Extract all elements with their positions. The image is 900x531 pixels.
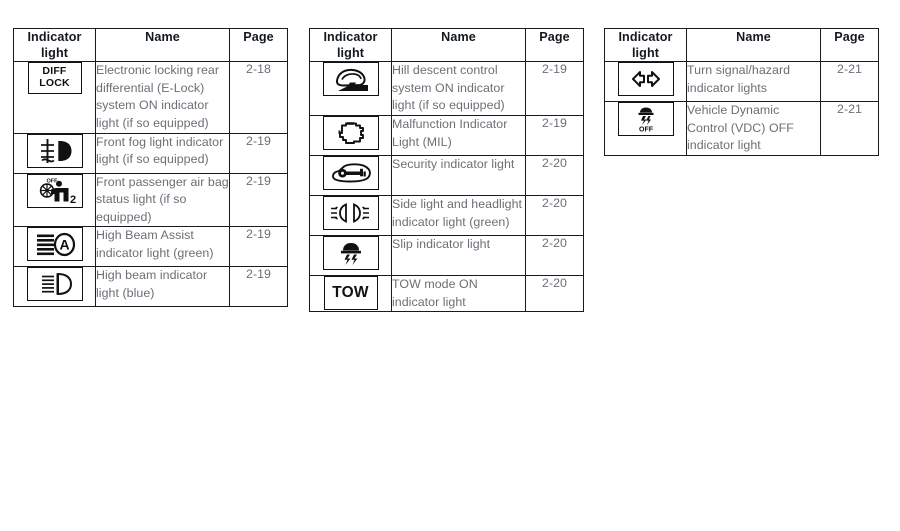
indicator-icon-cell [13, 266, 96, 308]
table-row: TOW TOW mode ON indicator light 2-20 [309, 275, 584, 313]
indicator-page-ref: 2-19 [525, 61, 584, 117]
indicator-icon-cell [309, 61, 392, 117]
tow-mode-indicator-icon: TOW [323, 276, 378, 311]
indicator-name: Turn signal/hazard indicator lights [686, 61, 821, 103]
table-row: Security indicator light 2-20 [309, 155, 584, 197]
indicator-icon-cell [13, 132, 96, 174]
column-header-page: Page [820, 27, 879, 63]
indicator-name: Hill descent control system ON indicator… [391, 61, 526, 117]
vdc-off-label: OFF [639, 127, 654, 134]
indicator-icon-cell [604, 61, 687, 103]
indicator-table: Indicator light Name Page [604, 27, 879, 157]
indicator-name: TOW mode ON indicator light [391, 275, 526, 313]
indicator-name: Slip indicator light [391, 235, 526, 277]
indicator-icon-cell: A [13, 226, 96, 268]
indicator-table: Indicator light Name Page [309, 27, 584, 313]
indicator-icon-cell: TOW [309, 275, 392, 313]
indicator-table: Indicator light Name Page DIFF LOCK Elect… [13, 27, 288, 308]
column-header-indicator-light: Indicator light [13, 27, 96, 63]
table-header-row: Indicator light Name Page [309, 27, 584, 63]
indicator-name: High Beam Assist indicator light (green) [95, 226, 230, 268]
table-row: Turn signal/hazard indicator lights 2-21 [604, 61, 879, 103]
indicator-page-ref: 2-20 [525, 155, 584, 197]
indicator-page-ref: 2-20 [525, 195, 584, 237]
front-passenger-air-bag-status-icon: OFF 2 [26, 173, 83, 208]
table-row: Slip indicator light 2-20 [309, 235, 584, 277]
indicator-icon-cell [309, 235, 392, 277]
column-header-page: Page [525, 27, 584, 63]
indicator-name: Malfunction Indicator Light (MIL) [391, 115, 526, 157]
table-row: High beam indicator light (blue) 2-19 [13, 266, 288, 308]
svg-text:A: A [59, 237, 69, 253]
indicator-page-ref: 2-19 [229, 226, 288, 268]
vdc-off-indicator-icon: OFF [617, 102, 674, 137]
table-header-row: Indicator light Name Page [13, 27, 288, 63]
indicator-name: High beam indicator light (blue) [95, 266, 230, 308]
indicator-page-ref: 2-21 [820, 61, 879, 103]
indicator-icon-cell: OFF [604, 101, 687, 157]
indicator-icon-cell: OFF 2 [13, 172, 96, 228]
indicator-icon-cell [309, 155, 392, 197]
table-row: Malfunction Indicator Light (MIL) 2-19 [309, 115, 584, 157]
indicator-page-ref: 2-19 [229, 172, 288, 228]
indicator-page-ref: 2-19 [229, 132, 288, 174]
column-header-name: Name [95, 27, 230, 63]
diff-lock-line-2: LOCK [39, 76, 70, 89]
indicator-name: Security indicator light [391, 155, 526, 197]
indicator-light-tables-page: Indicator light Name Page DIFF LOCK Elect… [0, 0, 900, 531]
high-beam-indicator-icon [26, 267, 83, 302]
indicator-name: Electronic locking rear differential (E-… [95, 61, 230, 134]
column-header-indicator-light: Indicator light [309, 27, 392, 63]
turn-signal-hazard-indicator-icon [617, 62, 674, 97]
security-indicator-icon [322, 156, 379, 191]
indicator-page-ref: 2-20 [525, 235, 584, 277]
front-fog-light-indicator-icon [26, 133, 83, 168]
high-beam-assist-indicator-icon: A [26, 227, 83, 262]
indicator-page-ref: 2-19 [525, 115, 584, 157]
indicator-table-2: Indicator light Name Page Hill descent c… [309, 27, 584, 313]
indicator-icon-cell [309, 115, 392, 157]
column-header-name: Name [686, 27, 821, 63]
svg-text:2: 2 [69, 194, 75, 206]
column-header-indicator-light: Indicator light [604, 27, 687, 63]
table-row: Front fog light indicator light (if so e… [13, 132, 288, 174]
hill-descent-control-icon [322, 62, 379, 97]
slip-indicator-icon [322, 236, 379, 271]
indicator-page-ref: 2-19 [229, 266, 288, 308]
diff-lock-indicator-icon: DIFF LOCK [27, 62, 82, 95]
table-row: OFF Vehicle Dynamic Control (VDC) OFF in… [604, 101, 879, 157]
column-header-page: Page [229, 27, 288, 63]
indicator-name: Front passenger air bag status light (if… [95, 172, 230, 228]
table-row: OFF 2 Front passenger air bag status lig… [13, 172, 288, 228]
indicator-page-ref: 2-18 [229, 61, 288, 134]
indicator-table-3: Indicator light Name Page Turn signal/ha… [604, 27, 879, 157]
indicator-icon-cell [309, 195, 392, 237]
column-header-name: Name [391, 27, 526, 63]
table-row: Side light and headlight indicator light… [309, 195, 584, 237]
indicator-page-ref: 2-20 [525, 275, 584, 313]
indicator-name: Front fog light indicator light (if so e… [95, 132, 230, 174]
side-light-headlight-indicator-icon [322, 196, 379, 231]
malfunction-indicator-light-icon [322, 116, 379, 151]
table-row: A High Beam Assist indicator light (gree… [13, 226, 288, 268]
indicator-table-1: Indicator light Name Page DIFF LOCK Elect… [13, 27, 288, 308]
indicator-name: Vehicle Dynamic Control (VDC) OFF indica… [686, 101, 821, 157]
indicator-icon-cell: DIFF LOCK [13, 61, 96, 134]
diff-lock-line-1: DIFF [42, 65, 67, 78]
table-row: DIFF LOCK Electronic locking rear differe… [13, 61, 288, 134]
indicator-page-ref: 2-21 [820, 101, 879, 157]
table-header-row: Indicator light Name Page [604, 27, 879, 63]
table-row: Hill descent control system ON indicator… [309, 61, 584, 117]
indicator-name: Side light and headlight indicator light… [391, 195, 526, 237]
